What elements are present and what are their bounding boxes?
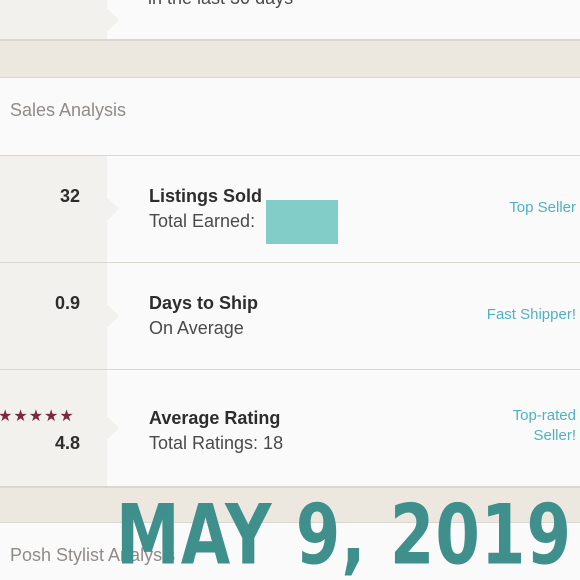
row-title: Days to Ship	[149, 293, 259, 313]
sales-analysis-header: Sales Analysis	[0, 78, 580, 156]
row-days-to-ship: 0.9 Days to Ship On Average Fast Shipper…	[0, 263, 580, 370]
row-subtitle: On Average	[149, 318, 244, 338]
row-subtitle: Total Earned:	[149, 211, 256, 231]
row-title: Listings Sold	[149, 186, 263, 206]
top-partial-card: in the last 30 days	[0, 0, 580, 40]
left-column	[0, 0, 119, 39]
date-overlay: MAY 9, 2019	[116, 488, 572, 580]
top-seller-badge[interactable]: Top Seller	[509, 198, 576, 218]
row-title: Average Rating	[149, 408, 281, 428]
row-metric-column: ★★★★★	[0, 370, 119, 486]
redaction-block	[266, 200, 338, 244]
row-metric-column	[0, 156, 119, 262]
row-metric-column	[0, 263, 119, 369]
section-title: Sales Analysis	[10, 100, 127, 120]
metric-value: 4.8	[54, 433, 80, 453]
badge-line-2: Seller!	[533, 427, 576, 444]
metric-value: 0.9	[54, 293, 80, 313]
partial-text: in the last 30 days	[148, 0, 293, 9]
row-average-rating: ★★★★★ 4.8 Average Rating Total Ratings: …	[0, 370, 580, 487]
separator-band	[0, 40, 580, 78]
badge-line-1: Top-rated	[512, 407, 576, 424]
star-rating-icon: ★★★★★	[0, 408, 75, 425]
fast-shipper-badge[interactable]: Fast Shipper!	[487, 305, 576, 325]
metric-value: 32	[59, 186, 80, 206]
row-subtitle: Total Ratings: 18	[149, 433, 284, 453]
top-rated-seller-badge[interactable]: Top-rated Seller!	[513, 406, 576, 446]
